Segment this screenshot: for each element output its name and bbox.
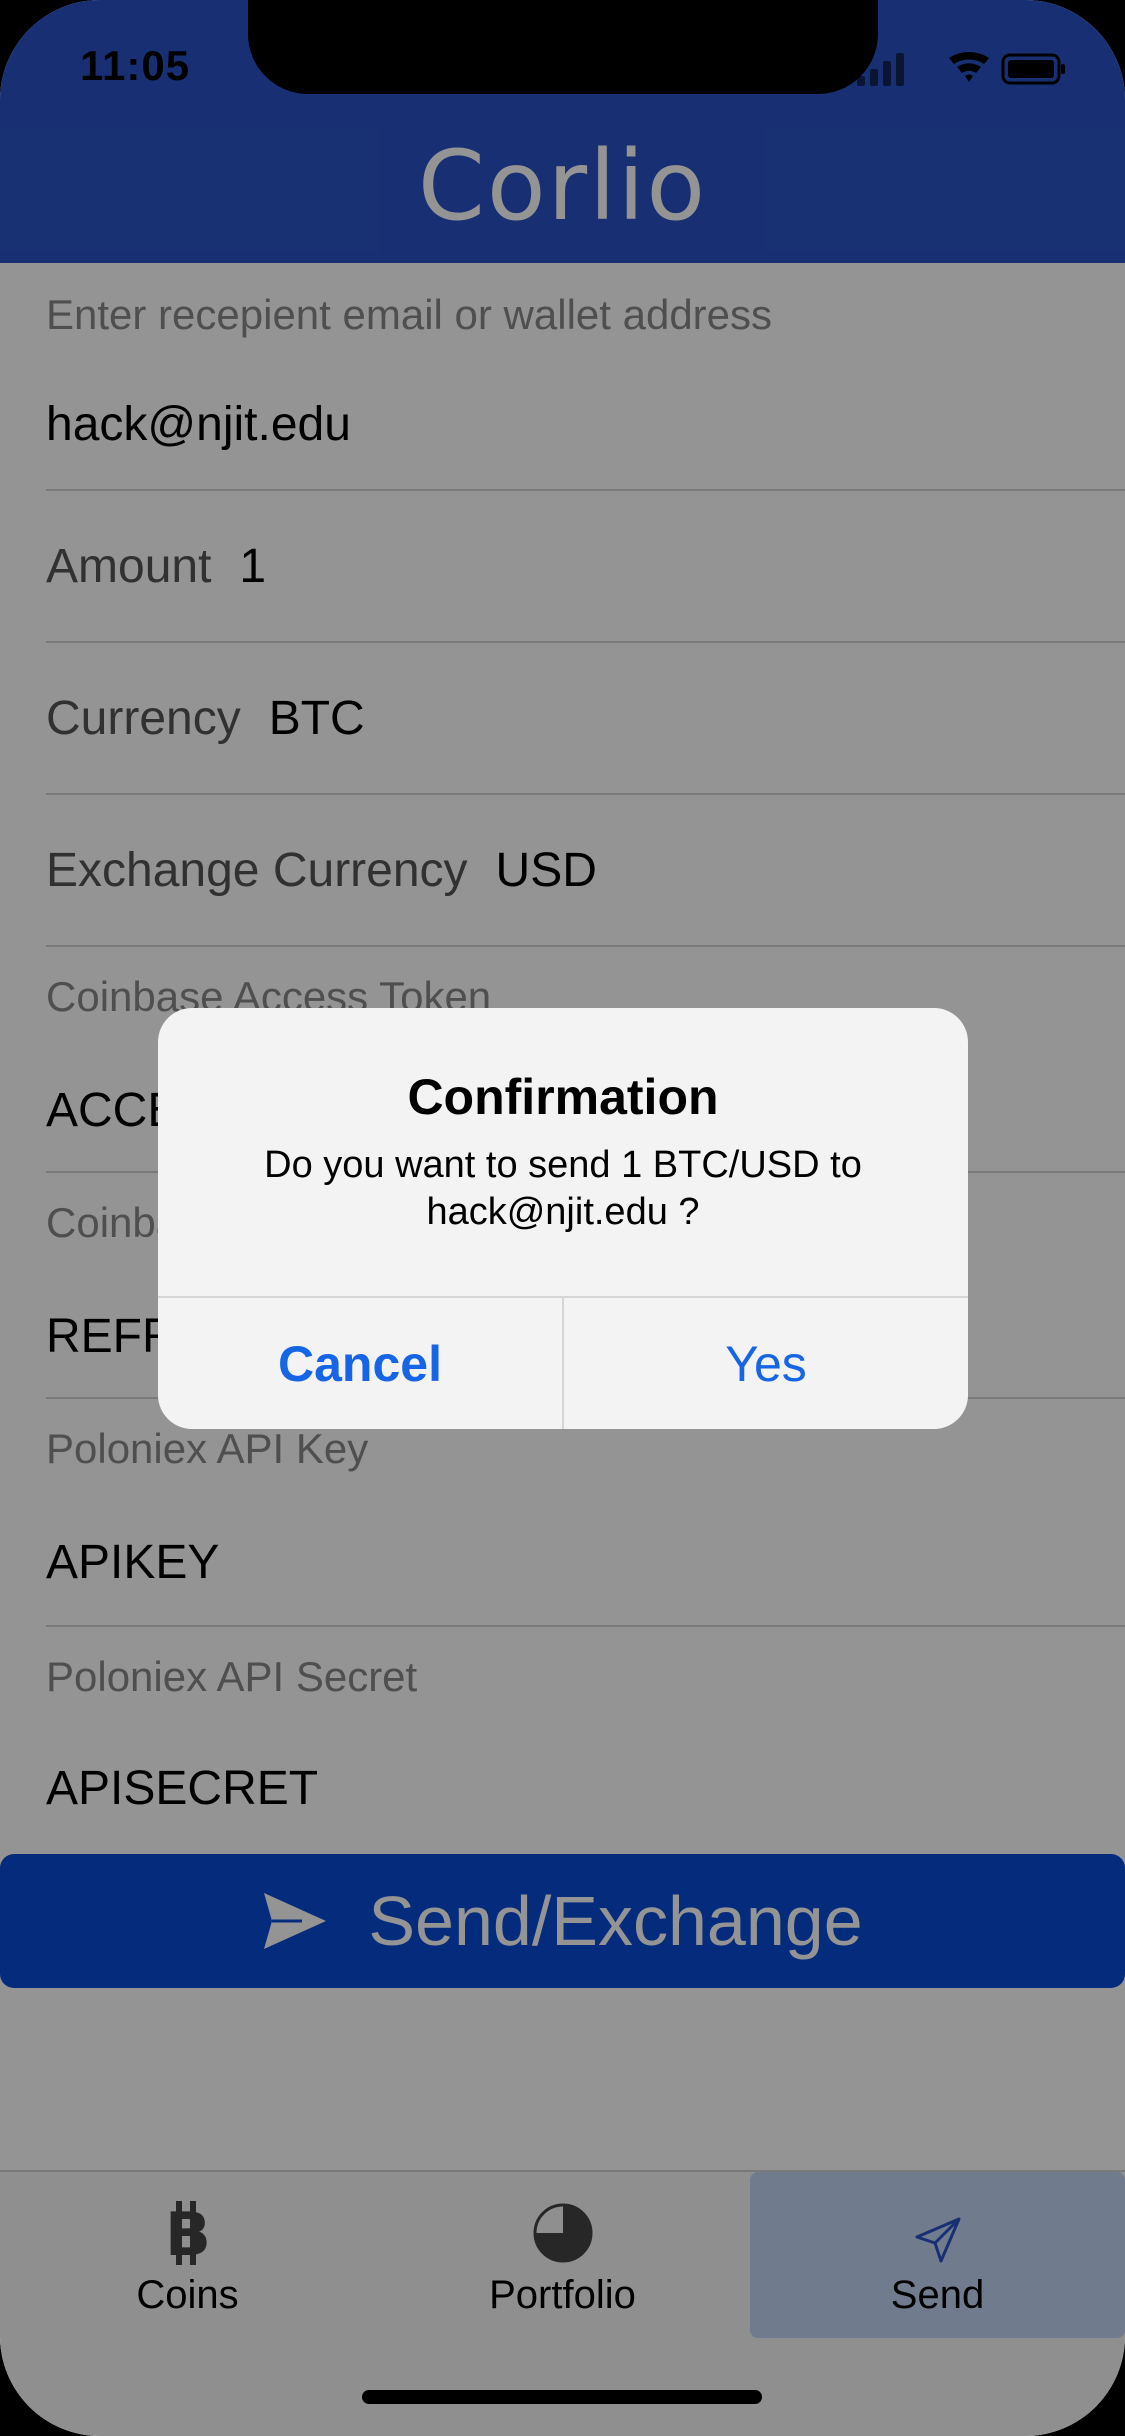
alert-title: Confirmation bbox=[407, 1069, 719, 1125]
alert-message: Do you want to send 1 BTC/USD to hack@nj… bbox=[264, 1144, 862, 1233]
cancel-button[interactable]: Cancel bbox=[158, 1298, 562, 1429]
yes-button[interactable]: Yes bbox=[564, 1298, 968, 1429]
phone-screen: 11:05 Corlio Enter recepient email or wa bbox=[0, 0, 1125, 2436]
confirmation-alert: Confirmation Do you want to send 1 BTC/U… bbox=[158, 1008, 968, 1429]
